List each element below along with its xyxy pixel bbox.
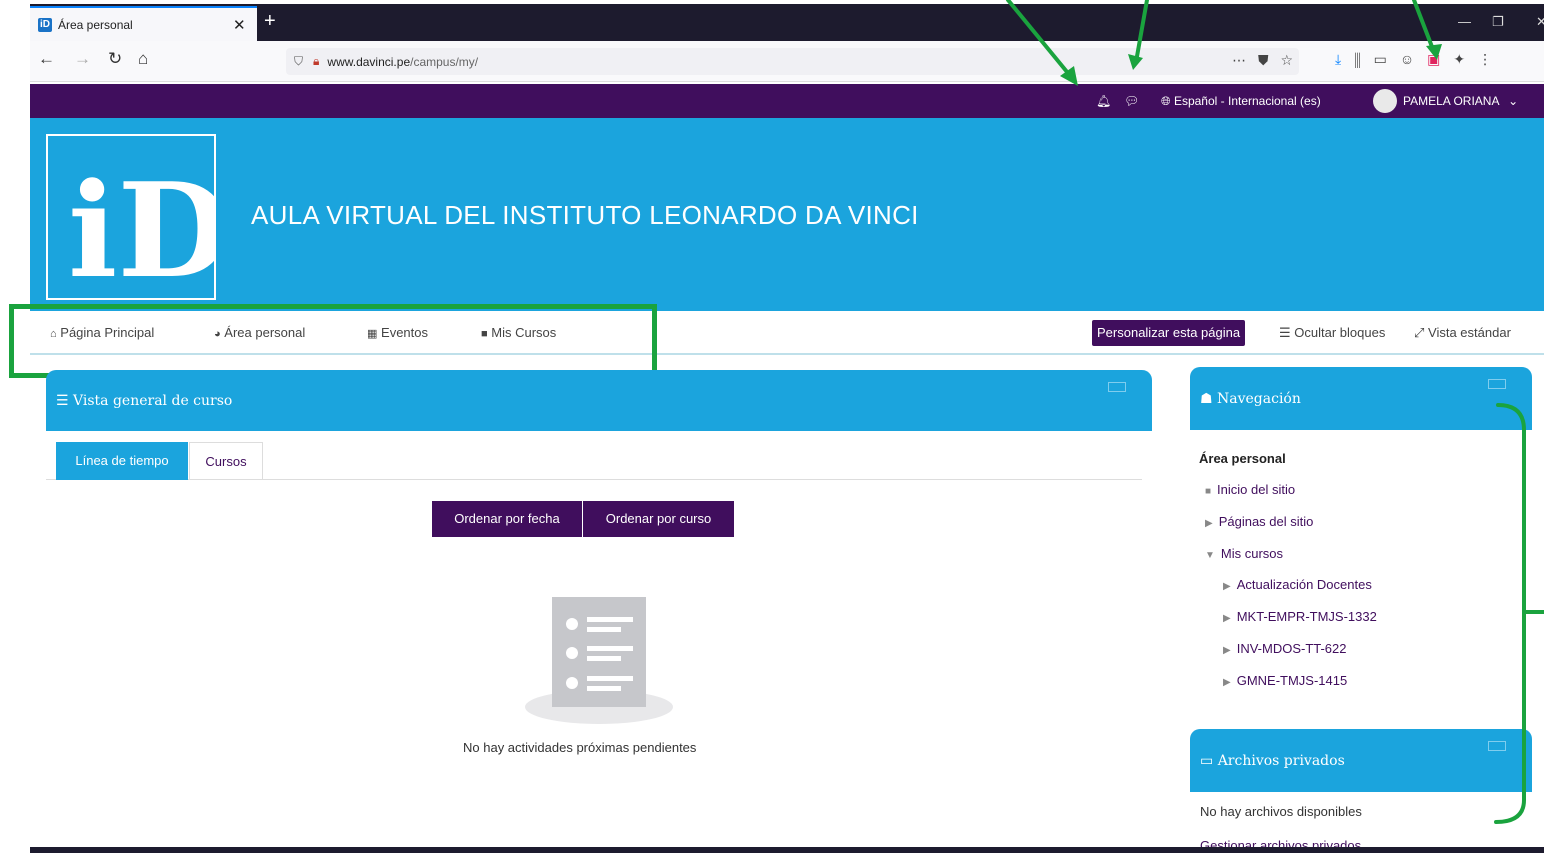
annotation-arrows [1006, 0, 1544, 824]
